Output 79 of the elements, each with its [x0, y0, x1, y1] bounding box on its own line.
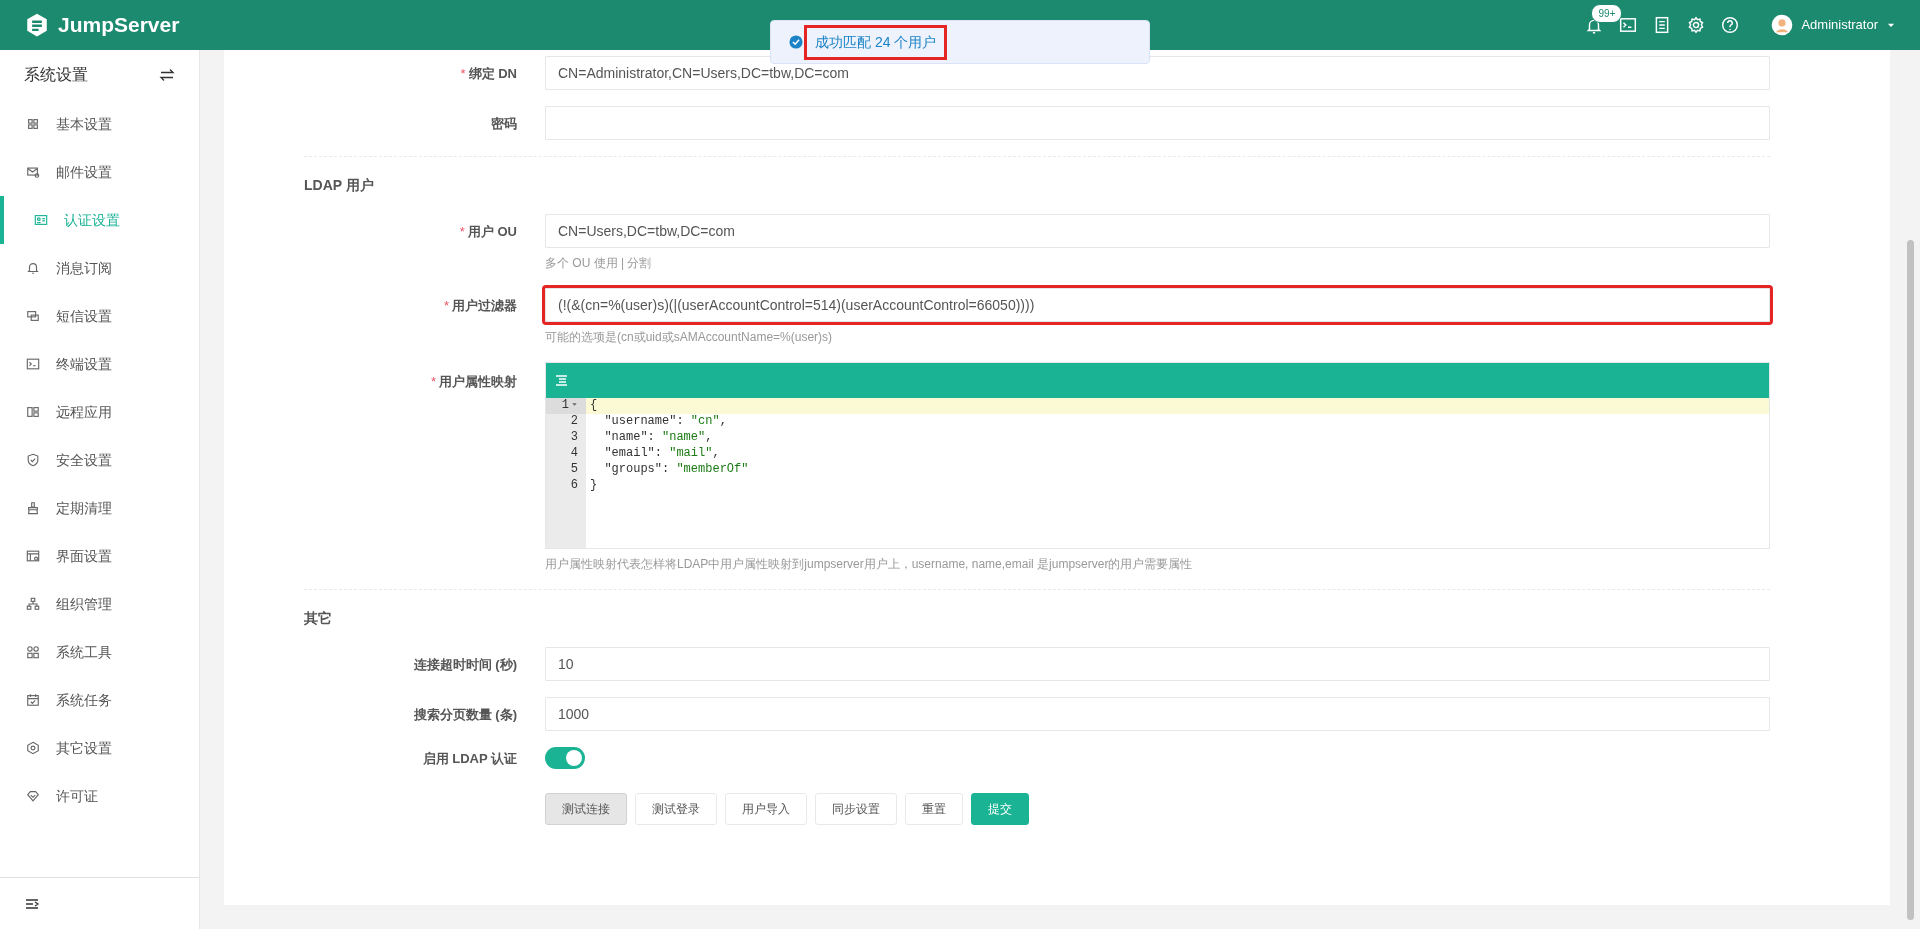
code-line: } — [589, 478, 599, 494]
fold-caret-icon — [571, 401, 578, 409]
calendar-icon — [26, 693, 40, 707]
sidebar-item[interactable]: 邮件设置 — [0, 148, 199, 196]
id-card-icon — [34, 213, 48, 227]
sidebar-item[interactable]: 界面设置 — [0, 532, 199, 580]
input-field[interactable]: CN=Administrator,CN=Users,DC=tbw,DC=com — [545, 56, 1770, 90]
code-line: "groups": "memberOf" — [603, 462, 750, 478]
code-line: "name": "name", — [603, 430, 714, 446]
field-label: 搜索分页数量 (条) — [412, 706, 518, 724]
sidebar-item[interactable]: 组织管理 — [0, 580, 199, 628]
line-number: 1 — [546, 398, 586, 414]
input-field[interactable]: (!(&(cn=%(user)s)(|(userAccountControl=514)(userAccountControl=66050)))) — [545, 288, 1770, 322]
line-number: 4 — [569, 446, 579, 462]
logo-icon — [24, 12, 50, 38]
field-label: 密码 — [490, 115, 518, 133]
line-number: 3 — [569, 430, 579, 446]
logo-text: JumpServer — [58, 12, 180, 39]
terminal-icon[interactable] — [1619, 16, 1638, 34]
user-menu[interactable]: Administrator — [1801, 15, 1878, 35]
form-button[interactable]: 测试连接 — [545, 793, 627, 825]
toggle-switch[interactable] — [545, 747, 585, 769]
line-number: 6 — [569, 478, 579, 494]
input-field[interactable]: 1000 — [545, 697, 1770, 731]
sidebar-item[interactable]: 系统工具 — [0, 628, 199, 676]
sidebar-item[interactable]: 短信设置 — [0, 292, 199, 340]
hierarchy-icon — [26, 597, 40, 611]
bell-icon — [26, 261, 40, 275]
field-label: 连接超时时间 (秒) — [412, 656, 518, 674]
sidebar-item[interactable]: 消息订阅 — [0, 244, 199, 292]
broom-icon — [26, 501, 40, 515]
form-button[interactable]: 重置 — [905, 793, 963, 825]
terminal-icon — [26, 357, 40, 371]
envelope-icon — [26, 165, 40, 179]
field-label: * 用户过滤器 — [442, 297, 518, 315]
sidebar-item[interactable]: 基本设置 — [0, 100, 199, 148]
avatar-icon — [1771, 14, 1794, 36]
sidebar-item[interactable]: 系统任务 — [0, 676, 199, 724]
field-label: * 用户 OU — [458, 223, 518, 241]
section-title: LDAP 用户 — [304, 176, 375, 195]
hexagon-icon — [26, 741, 40, 755]
help-text: 多个 OU 使用 | 分割 — [545, 255, 653, 272]
sidebar-item[interactable]: 其它设置 — [0, 724, 199, 772]
line-number: 5 — [569, 462, 579, 478]
window-icon — [26, 549, 40, 563]
scrollbar-thumb[interactable] — [1907, 240, 1914, 920]
input-field[interactable]: CN=Users,DC=tbw,DC=com — [545, 214, 1770, 248]
chat-icon — [26, 309, 40, 323]
code-line: "email": "mail", — [603, 446, 721, 462]
swap-icon[interactable] — [159, 67, 175, 83]
sidebar-item[interactable]: 安全设置 — [0, 436, 199, 484]
toast-message: 成功匹配 24 个用户 — [770, 20, 1150, 64]
form-button[interactable]: 测试登录 — [635, 793, 717, 825]
tools-icon — [26, 645, 40, 659]
sidebar-title: 系统设置 — [24, 65, 88, 85]
input-field[interactable]: 10 — [545, 647, 1770, 681]
field-label: * 绑定 DN — [459, 65, 518, 83]
sidebar-item[interactable]: 许可证 — [0, 772, 199, 820]
shield-icon — [26, 453, 40, 467]
sidebar-item[interactable]: 终端设置 — [0, 340, 199, 388]
field-label: 启用 LDAP 认证 — [421, 750, 518, 768]
sidebar-item[interactable]: 远程应用 — [0, 388, 199, 436]
code-line: "username": "cn", — [603, 414, 728, 430]
notification-badge: 99+ — [1591, 4, 1623, 24]
form-button[interactable]: 用户导入 — [725, 793, 807, 825]
input-field[interactable] — [545, 106, 1770, 140]
section-title: 其它 — [304, 609, 333, 628]
check-circle-icon — [789, 35, 803, 49]
help-text: 可能的选项是(cn或uid或sAMAccountName=%(user)s) — [545, 329, 834, 346]
field-label: * 用户属性映射 — [429, 373, 518, 391]
layout-icon — [26, 405, 40, 419]
settings-icon[interactable] — [1687, 16, 1706, 34]
line-number: 2 — [569, 414, 579, 430]
sidebar-item[interactable]: 定期清理 — [0, 484, 199, 532]
help-text: 用户属性映射代表怎样将LDAP中用户属性映射到jumpserver用户上，username, name,email 是jumpserver的用户需要属性 — [545, 556, 1194, 573]
help-icon[interactable] — [1721, 16, 1740, 34]
diamond-icon — [26, 789, 40, 803]
grid-icon — [26, 117, 40, 131]
form-button[interactable]: 同步设置 — [815, 793, 897, 825]
